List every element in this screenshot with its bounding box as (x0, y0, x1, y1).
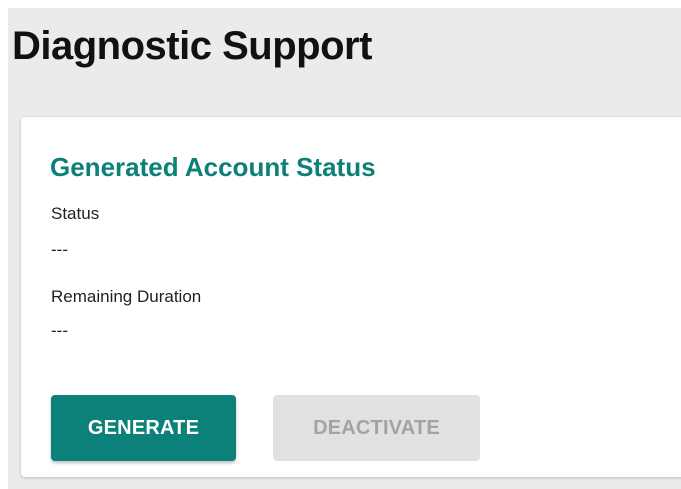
page-title: Diagnostic Support (12, 24, 372, 68)
account-status-card: Generated Account Status Status --- Rema… (21, 117, 681, 477)
status-label: Status (51, 204, 100, 223)
remaining-duration-label: Remaining Duration (51, 287, 202, 306)
status-value: --- (51, 240, 68, 259)
card-title: Generated Account Status (50, 152, 376, 182)
deactivate-button[interactable]: DEACTIVATE (273, 395, 480, 461)
remaining-duration-value: --- (51, 321, 68, 340)
generate-button[interactable]: GENERATE (51, 395, 236, 461)
